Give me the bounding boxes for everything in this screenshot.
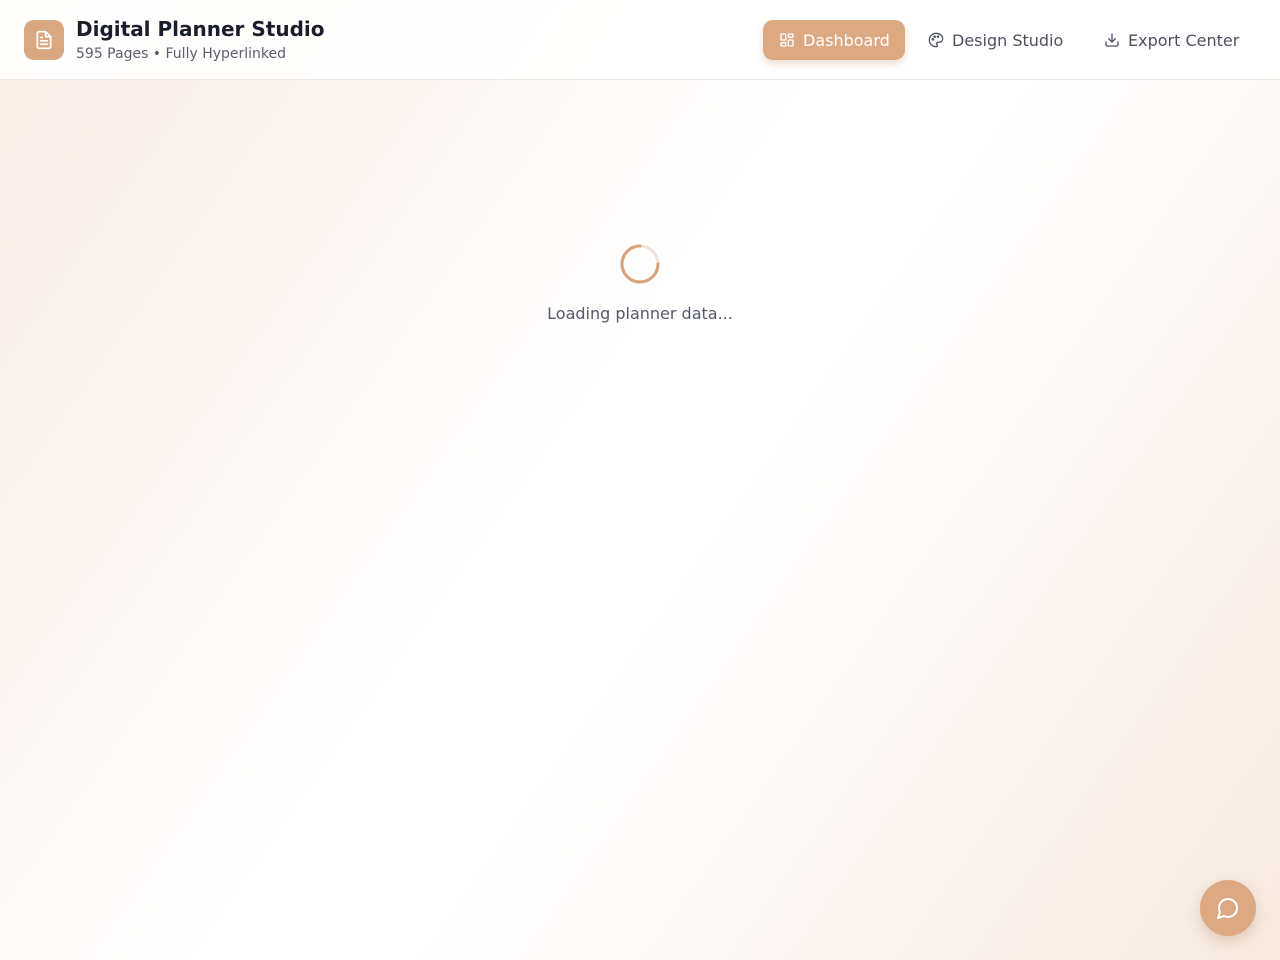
app-logo [24,20,64,60]
download-icon [1105,33,1119,47]
nav-export-center-button[interactable]: Export Center [1088,20,1255,60]
top-bar: Digital Planner Studio 595 Pages • Fully… [0,0,1280,80]
app-title: Digital Planner Studio [76,17,325,41]
loading-spinner-icon [620,244,660,284]
chat-button[interactable] [1200,880,1256,936]
nav-design-studio-button[interactable]: Design Studio [912,20,1079,60]
app-subtitle: 595 Pages • Fully Hyperlinked [76,46,287,62]
loading-text: Loading planner data... [547,304,733,323]
nav-design-studio-label: Design Studio [952,30,1064,50]
loading-state: Loading planner data... [0,244,1280,323]
nav-export-center-label: Export Center [1128,30,1240,50]
nav-dashboard-label: Dashboard [803,30,890,50]
grid-icon [780,33,794,47]
palette-icon [928,32,944,48]
nav-dashboard-button[interactable]: Dashboard [763,20,905,60]
chat-bubble-icon [1217,898,1238,919]
document-icon [36,30,52,50]
